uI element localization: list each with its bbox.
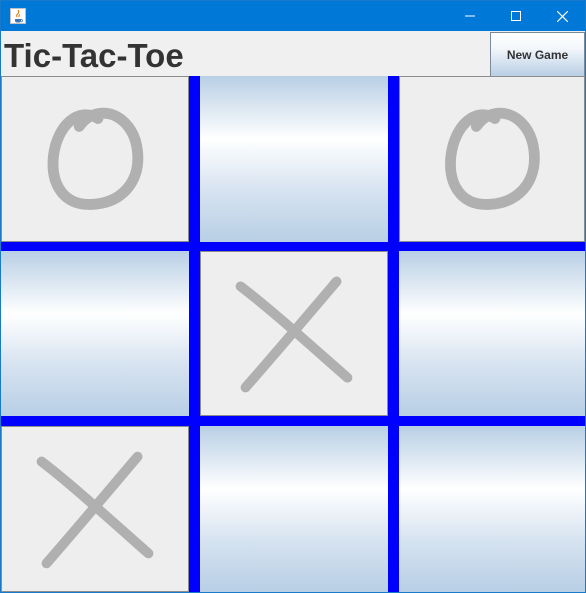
x-mark-icon	[36, 451, 154, 569]
board-cell-6[interactable]	[399, 251, 585, 416]
board-cell-2[interactable]	[200, 76, 388, 242]
grid-line-horizontal	[1, 416, 585, 426]
game-board	[1, 76, 585, 592]
close-button[interactable]	[539, 1, 585, 31]
board-cell-9[interactable]	[399, 426, 585, 592]
java-icon	[10, 8, 26, 24]
header-bar: Tic-Tac-Toe New Game	[1, 31, 585, 77]
title-bar[interactable]	[1, 1, 585, 31]
new-game-button[interactable]: New Game	[490, 32, 585, 77]
board-cell-3[interactable]	[399, 76, 585, 242]
minimize-button[interactable]	[447, 1, 493, 31]
maximize-button[interactable]	[493, 1, 539, 31]
grid-line-vertical	[189, 76, 200, 592]
o-mark-icon	[47, 107, 144, 210]
board-cell-8[interactable]	[200, 426, 388, 592]
board-cell-4[interactable]	[1, 251, 189, 416]
grid-line-horizontal	[1, 242, 585, 251]
board-cell-7[interactable]	[1, 426, 189, 592]
o-mark-stroke	[445, 107, 540, 210]
page-title: Tic-Tac-Toe	[4, 37, 184, 74]
close-icon	[556, 10, 568, 22]
minimize-icon	[465, 15, 475, 17]
game-window: Tic-Tac-Toe New Game	[0, 0, 586, 593]
maximize-icon	[511, 11, 521, 21]
o-mark-icon	[445, 107, 540, 210]
o-mark-stroke	[47, 107, 144, 210]
grid-line-vertical	[388, 76, 399, 592]
board-cell-5[interactable]	[200, 251, 388, 416]
board-cell-1[interactable]	[1, 76, 189, 242]
x-mark-icon	[235, 276, 353, 393]
